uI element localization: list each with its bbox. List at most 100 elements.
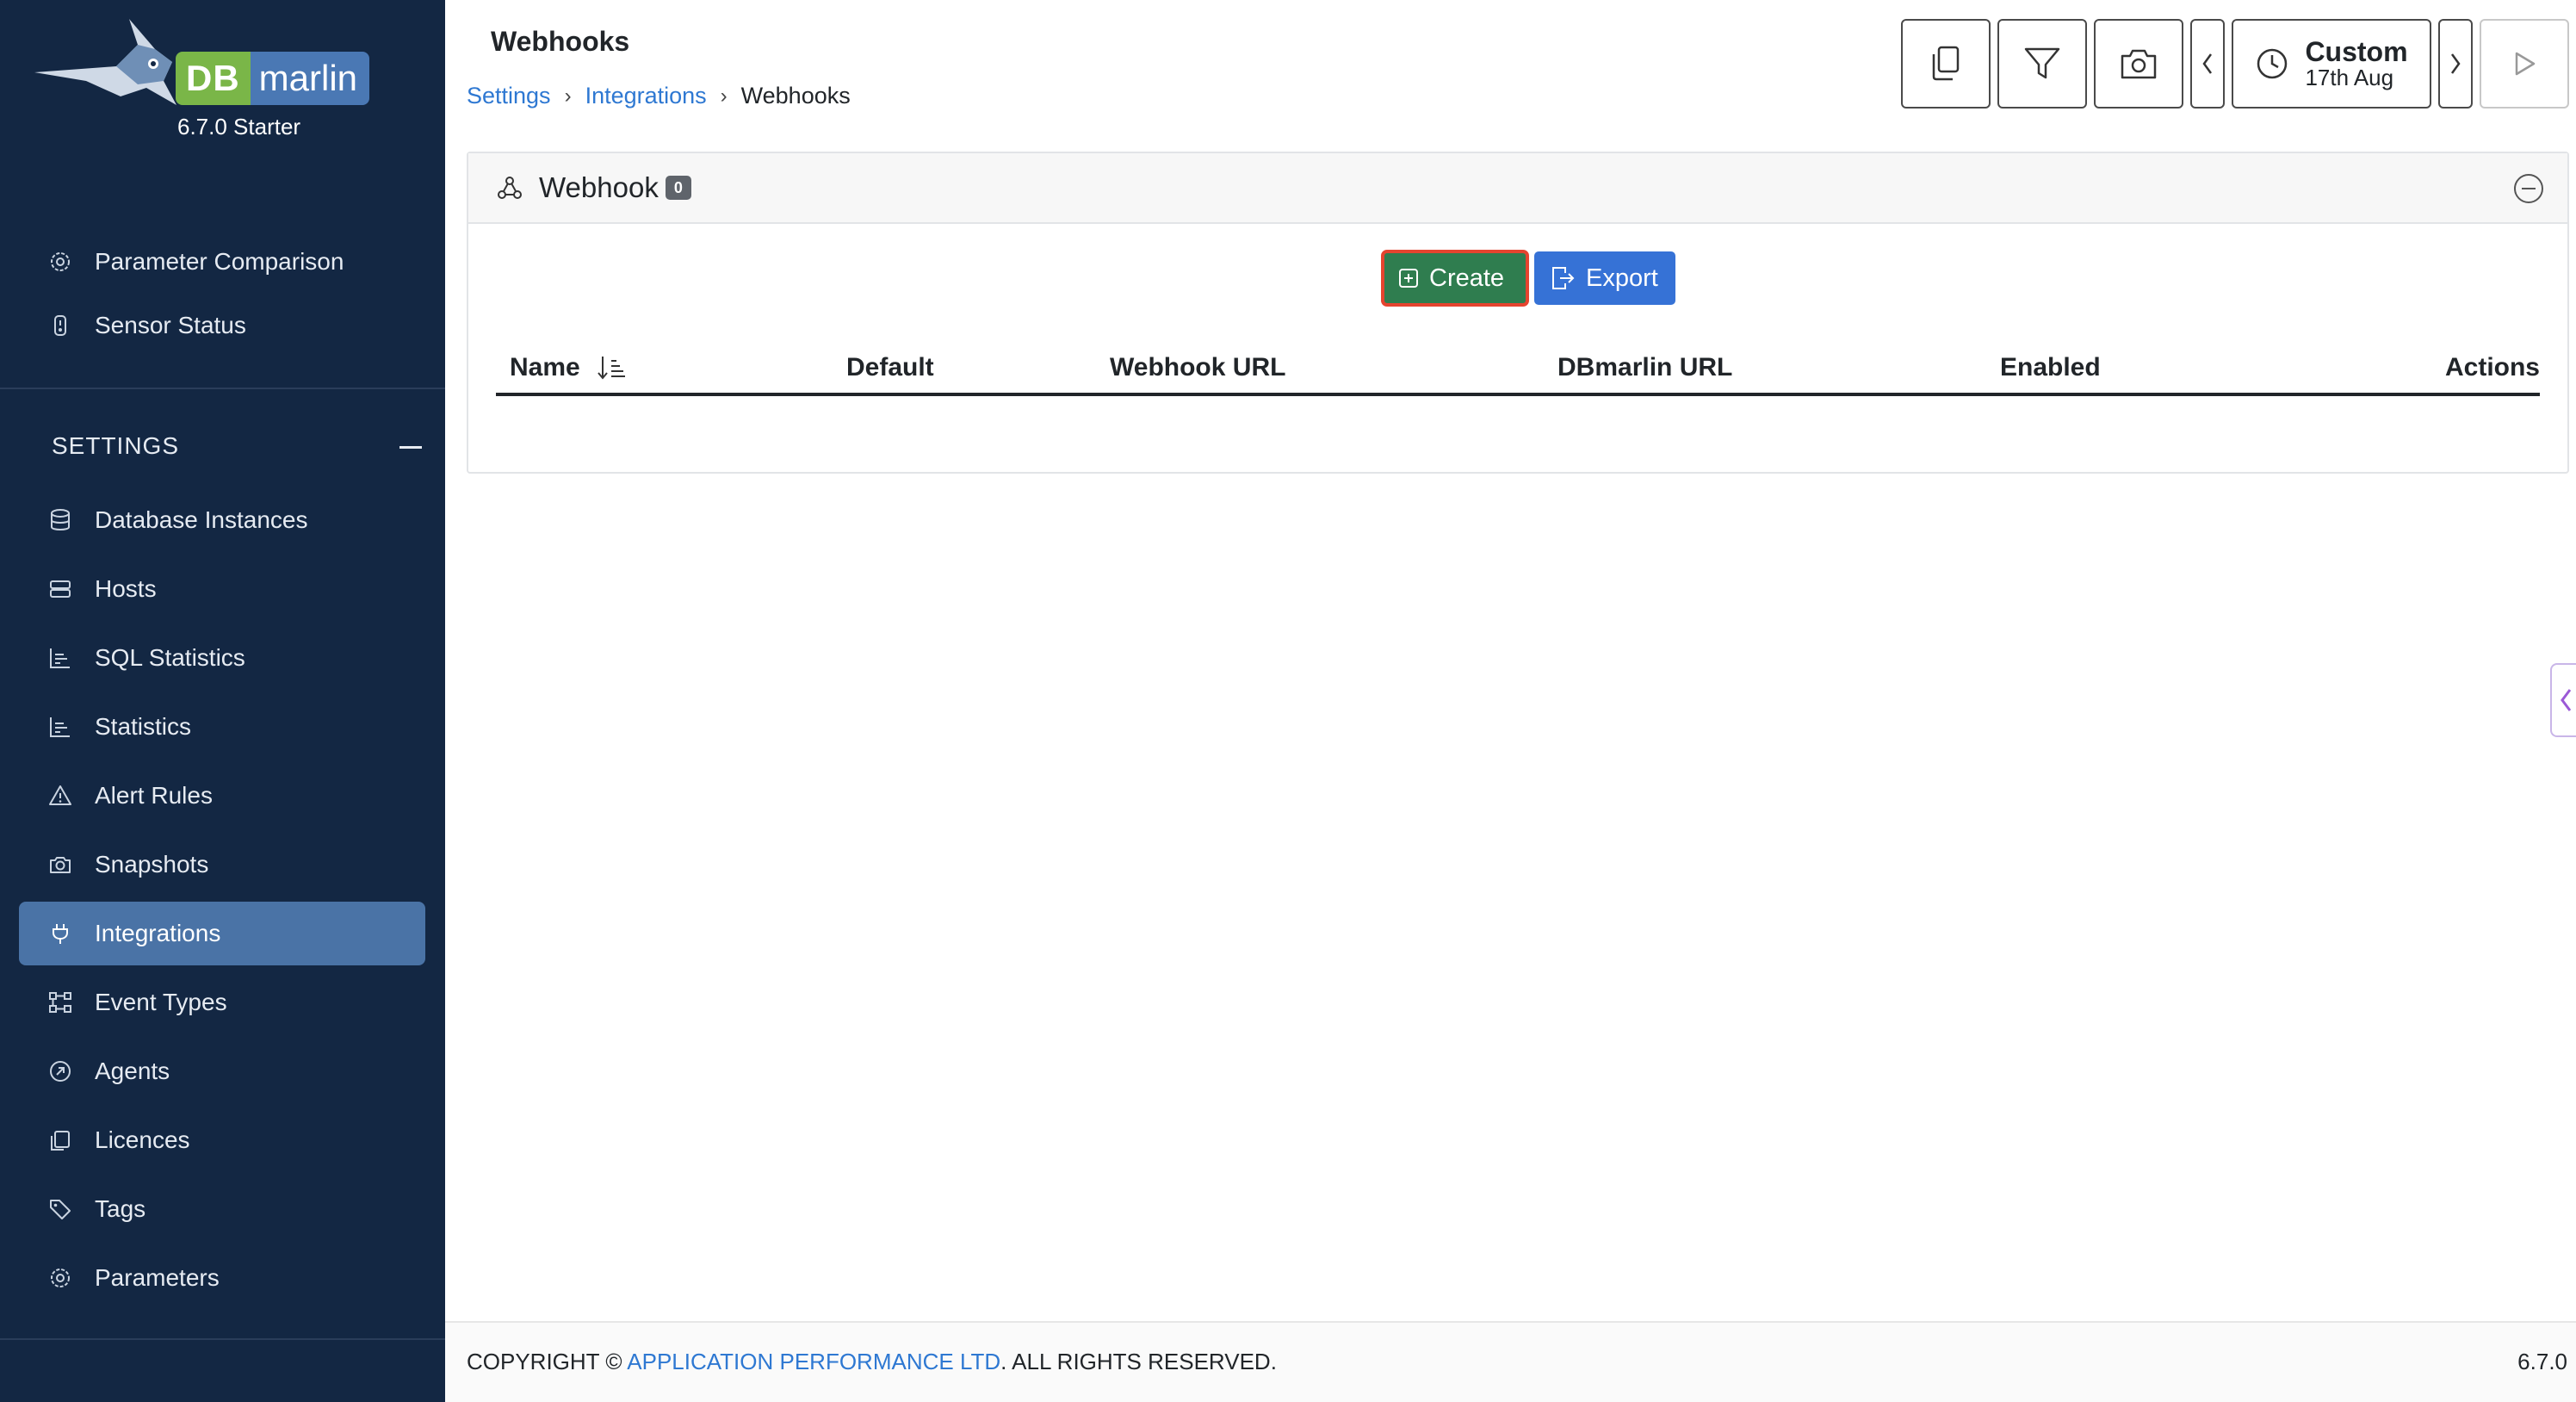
column-header-name[interactable]: Name bbox=[510, 353, 627, 382]
copy-button[interactable] bbox=[1901, 19, 1991, 109]
sidebar-item-label: Tags bbox=[95, 1195, 146, 1222]
settings-heading-label: SETTINGS bbox=[52, 432, 180, 459]
logo-wordmark: DB marlin bbox=[176, 52, 370, 105]
sidebar-item-event-types[interactable]: Event Types bbox=[19, 971, 425, 1034]
sidebar-item-sql-statistics[interactable]: SQL Statistics bbox=[19, 626, 425, 690]
sensor-icon bbox=[46, 312, 74, 339]
server-icon bbox=[46, 575, 74, 603]
chevron-right-icon bbox=[2450, 53, 2461, 74]
company-link[interactable]: APPLICATION PERFORMANCE LTD bbox=[627, 1349, 1000, 1374]
create-button[interactable]: Create bbox=[1381, 250, 1529, 307]
time-range-button[interactable]: Custom 17th Aug bbox=[2232, 19, 2431, 109]
export-file-icon bbox=[1550, 266, 1576, 290]
open-drawer-tab[interactable] bbox=[2550, 663, 2576, 737]
copyright: COPYRIGHT © APPLICATION PERFORMANCE LTD.… bbox=[467, 1349, 1277, 1375]
sidebar-item-label: Agents bbox=[95, 1058, 170, 1084]
sidebar-item-label: Statistics bbox=[95, 713, 192, 740]
warning-icon bbox=[46, 782, 74, 810]
minus-icon bbox=[2522, 188, 2536, 189]
breadcrumb: Settings › Integrations › Webhooks bbox=[467, 83, 851, 109]
play-icon bbox=[2515, 52, 2536, 76]
sidebar-item-label: Integrations bbox=[95, 920, 221, 946]
sidebar-item-database-instances[interactable]: Database Instances bbox=[19, 488, 425, 552]
breadcrumb-integrations-link[interactable]: Integrations bbox=[585, 83, 707, 109]
app-logo[interactable]: DB marlin 6.7.0 Starter bbox=[34, 19, 379, 148]
sidebar-item-label: Parameters bbox=[95, 1264, 220, 1291]
column-header-dbmarlin-url[interactable]: DBmarlin URL bbox=[1557, 353, 1732, 382]
export-button[interactable]: Export bbox=[1534, 251, 1675, 305]
column-header-actions: Actions bbox=[2444, 353, 2540, 382]
app-version: 6.7.0 Starter bbox=[177, 114, 301, 140]
plug-icon bbox=[46, 920, 74, 947]
tags-icon bbox=[46, 1195, 74, 1223]
chevron-right-icon: › bbox=[564, 84, 572, 108]
sidebar-item-label: SQL Statistics bbox=[95, 644, 245, 671]
sidebar-divider bbox=[0, 388, 445, 389]
column-header-webhook-url[interactable]: Webhook URL bbox=[1110, 353, 1285, 382]
camera-icon bbox=[46, 851, 74, 878]
export-label: Export bbox=[1586, 264, 1658, 292]
sidebar-item-label: Licences bbox=[95, 1126, 190, 1153]
logo-marlin-text: marlin bbox=[250, 52, 370, 105]
diagram-icon bbox=[46, 989, 74, 1016]
copyright-prefix: COPYRIGHT © bbox=[467, 1349, 628, 1374]
footer-version: 6.7.0 bbox=[2517, 1349, 2567, 1374]
time-range-date: 17th Aug bbox=[2305, 65, 2394, 91]
logo-db-text: DB bbox=[176, 52, 251, 105]
filter-icon bbox=[2024, 47, 2060, 79]
panel-header: Webhook 0 bbox=[468, 153, 2567, 224]
panel-title: Webhook bbox=[539, 171, 659, 203]
sidebar-item-statistics[interactable]: Statistics bbox=[19, 695, 425, 759]
settings-section-heading[interactable]: SETTINGS bbox=[52, 432, 422, 467]
column-header-enabled[interactable]: Enabled bbox=[2000, 353, 2101, 382]
breadcrumb-current: Webhooks bbox=[740, 83, 851, 109]
copy-icon bbox=[1932, 46, 1960, 81]
gear-icon bbox=[46, 248, 74, 276]
sidebar-item-hosts[interactable]: Hosts bbox=[19, 557, 425, 621]
webhook-table-header: Name Default Webhook URL DBmarlin URL En… bbox=[496, 353, 2540, 396]
camera-icon bbox=[2121, 49, 2157, 79]
webhook-panel: Webhook 0 Create Export Name Default Web… bbox=[467, 152, 2569, 474]
play-button[interactable] bbox=[2480, 19, 2569, 109]
sidebar-item-snapshots[interactable]: Snapshots bbox=[19, 833, 425, 896]
snapshot-button[interactable] bbox=[2094, 19, 2183, 109]
column-label: Name bbox=[510, 353, 580, 382]
copyright-suffix: . ALL RIGHTS RESERVED. bbox=[1000, 1349, 1277, 1374]
sort-descending-icon[interactable] bbox=[596, 354, 627, 382]
sidebar-item-tags[interactable]: Tags bbox=[19, 1177, 425, 1241]
sidebar-item-parameters[interactable]: Parameters bbox=[19, 1246, 425, 1310]
sidebar-item-label: Sensor Status bbox=[95, 312, 246, 338]
sidebar-item-licences[interactable]: Licences bbox=[19, 1108, 425, 1172]
count-badge: 0 bbox=[665, 176, 691, 200]
sidebar-item-label: Alert Rules bbox=[95, 782, 213, 809]
collapse-minus-icon[interactable] bbox=[399, 446, 422, 449]
page-title: Webhooks bbox=[491, 26, 630, 57]
gear-icon bbox=[46, 1264, 74, 1292]
clock-icon bbox=[2257, 48, 2288, 79]
marlin-fish-icon bbox=[34, 19, 176, 105]
sidebar-divider bbox=[0, 1338, 445, 1340]
webhook-icon bbox=[498, 177, 522, 199]
sidebar-item-integrations[interactable]: Integrations bbox=[19, 902, 425, 965]
column-header-default[interactable]: Default bbox=[846, 353, 934, 382]
time-next-button[interactable] bbox=[2438, 19, 2473, 109]
sidebar-item-label: Parameter Comparison bbox=[95, 248, 344, 275]
sidebar-item-label: Event Types bbox=[95, 989, 227, 1015]
sidebar-item-parameter-comparison[interactable]: Parameter Comparison bbox=[19, 230, 425, 294]
sidebar-item-label: Snapshots bbox=[95, 851, 209, 878]
create-label: Create bbox=[1429, 264, 1505, 292]
sidebar-item-sensor-status[interactable]: Sensor Status bbox=[19, 294, 425, 357]
sidebar-item-agents[interactable]: Agents bbox=[19, 1039, 425, 1103]
agent-icon bbox=[46, 1058, 74, 1085]
chevron-left-icon bbox=[2202, 53, 2213, 74]
bar-chart-icon bbox=[46, 713, 74, 741]
filter-button[interactable] bbox=[1997, 19, 2087, 109]
plus-square-icon bbox=[1398, 268, 1419, 288]
time-range-text: Custom 17th Aug bbox=[2305, 37, 2407, 91]
collapse-panel-button[interactable] bbox=[2514, 174, 2543, 203]
footer: COPYRIGHT © APPLICATION PERFORMANCE LTD.… bbox=[445, 1321, 2576, 1402]
time-previous-button[interactable] bbox=[2190, 19, 2225, 109]
breadcrumb-settings-link[interactable]: Settings bbox=[467, 83, 551, 109]
sidebar-item-alert-rules[interactable]: Alert Rules bbox=[19, 764, 425, 828]
sidebar: DB marlin 6.7.0 Starter Parameter Compar… bbox=[0, 0, 445, 1402]
